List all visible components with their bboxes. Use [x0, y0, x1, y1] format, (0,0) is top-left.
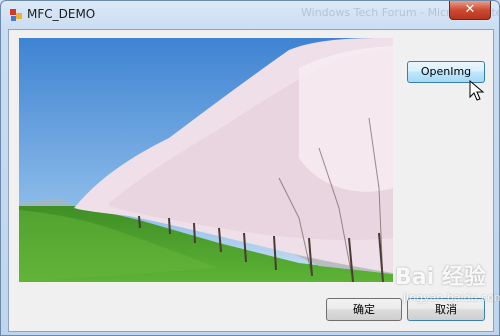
ok-button[interactable]: 确定 — [326, 298, 402, 321]
picture-control — [19, 38, 393, 282]
close-icon: ✕ — [464, 2, 476, 17]
title-bar[interactable]: MFC_DEMO Windows Tech Forum - Microsoft … — [1, 1, 500, 29]
dialog-client-area: OpenImg 确定 取消 — [8, 29, 494, 332]
dialog-window: MFC_DEMO Windows Tech Forum - Microsoft … — [0, 0, 500, 336]
cancel-button[interactable]: 取消 — [407, 298, 485, 321]
mouse-cursor-icon — [469, 80, 485, 101]
window-title: MFC_DEMO — [27, 7, 96, 21]
app-icon — [10, 9, 22, 21]
close-button[interactable]: ✕ — [449, 1, 491, 20]
photo-cherry-blossom-trees — [19, 38, 393, 282]
